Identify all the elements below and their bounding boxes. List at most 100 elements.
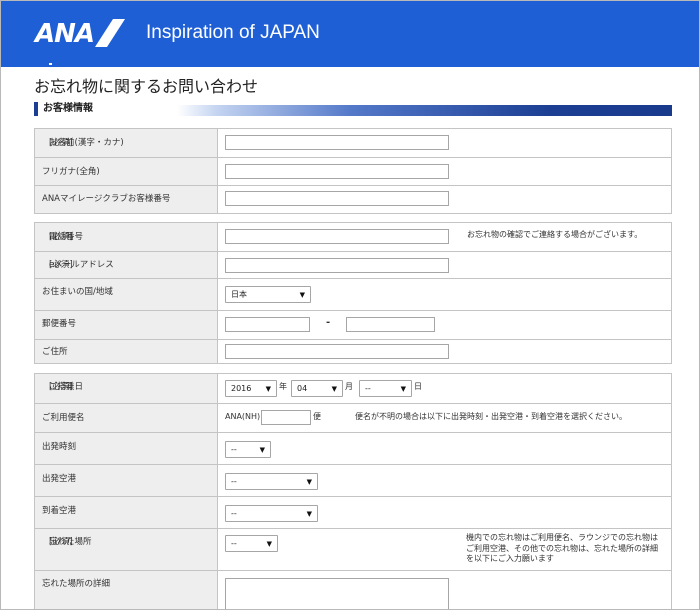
chevron-down-icon: ▼	[306, 510, 312, 518]
departure-airport-select-value: --	[231, 477, 237, 486]
mileage-row: ANAマイレージクラブお客様番号	[35, 185, 671, 213]
month-select[interactable]: 04 ▼	[291, 380, 343, 397]
departure-airport-label: 出発空港	[42, 474, 77, 484]
flight-info-table: ご搭乗日 [必須] 2016 ▼ 年 04 ▼ 月 -- ▼ 日 ご利用便名 AN…	[34, 373, 672, 609]
name-label-cell: お名前(漢字・カナ) [必須]	[35, 129, 218, 157]
section-gradient-bar	[177, 105, 672, 116]
address-label: ご住所	[42, 347, 68, 357]
required-mark: [必須]	[49, 537, 73, 547]
site-header: ANA Inspiration of JAPAN	[1, 1, 699, 67]
furigana-label-cell: フリガナ(全角)	[35, 158, 218, 185]
postal-row: 郵便番号 -	[35, 310, 671, 339]
day-select-value: --	[365, 384, 371, 393]
boarding-date-row: ご搭乗日 [必須] 2016 ▼ 年 04 ▼ 月 -- ▼ 日	[35, 374, 671, 403]
page-title: お忘れ物に関するお問い合わせ	[34, 77, 259, 96]
section-marker	[34, 102, 38, 116]
lost-place-label-cell: 忘れた場所 [必須]	[35, 529, 218, 570]
lost-place-note: 機内での忘れ物はご利用便名、ラウンジでの忘れ物は ご利用空港、その他での忘れ物は…	[466, 533, 658, 565]
departure-time-label: 出発時刻	[42, 442, 77, 452]
lost-place-detail-textarea[interactable]	[225, 578, 449, 609]
departure-time-select[interactable]: -- ▼	[225, 441, 271, 458]
email-input[interactable]	[225, 258, 449, 273]
required-mark: [必須]	[49, 138, 73, 148]
flight-prefix: ANA(NH)	[225, 412, 261, 421]
logo-stripes-icon	[95, 19, 135, 47]
name-input[interactable]	[225, 135, 449, 150]
chevron-down-icon: ▼	[331, 385, 337, 393]
arrival-airport-row: 到着空港 -- ▼	[35, 496, 671, 528]
country-label-cell: お住まいの国/地域	[35, 279, 218, 310]
mileage-label-cell: ANAマイレージクラブお客様番号	[35, 186, 218, 213]
month-select-value: 04	[297, 384, 308, 393]
departure-airport-select[interactable]: -- ▼	[225, 473, 318, 490]
page-frame: ANA Inspiration of JAPAN お忘れ物に関するお問い合わせ …	[0, 0, 700, 610]
postal-label: 郵便番号	[42, 319, 77, 329]
chevron-down-icon: ▼	[306, 478, 312, 486]
lost-place-note-line-2: ご利用空港、その他での忘れ物は、忘れた場所の詳細	[466, 543, 658, 553]
address-label-cell: ご住所	[35, 340, 218, 363]
lost-place-row: 忘れた場所 [必須] -- ▼ 機内での忘れ物はご利用便名、ラウンジでの忘れ物は …	[35, 528, 671, 570]
arrival-airport-select-value: --	[231, 509, 237, 518]
furigana-input[interactable]	[225, 164, 449, 179]
flight-number-input[interactable]	[261, 410, 311, 425]
postal-code-first-input[interactable]	[225, 317, 310, 332]
furigana-label: フリガナ(全角)	[42, 167, 100, 177]
country-row: お住まいの国/地域 日本 ▼	[35, 278, 671, 310]
day-unit: 日	[414, 382, 422, 391]
flight-unit: 便	[313, 412, 321, 421]
departure-time-label-cell: 出発時刻	[35, 433, 218, 464]
chevron-down-icon: ▼	[266, 540, 272, 548]
lost-place-detail-label: 忘れた場所の詳細	[42, 579, 111, 589]
required-mark: [必須]	[49, 232, 73, 242]
lost-place-select[interactable]: -- ▼	[225, 535, 278, 552]
boarding-date-label-cell: ご搭乗日 [必須]	[35, 374, 218, 403]
departure-time-row: 出発時刻 -- ▼	[35, 432, 671, 464]
address-row: ご住所	[35, 339, 671, 363]
contact-info-table: 電話番号 [必須] お忘れ物の確認でご連絡する場合がございます。 eメールアドレス…	[34, 222, 672, 364]
phone-row: 電話番号 [必須] お忘れ物の確認でご連絡する場合がございます。	[35, 223, 671, 251]
chevron-down-icon: ▼	[299, 291, 305, 299]
year-select[interactable]: 2016 ▼	[225, 380, 277, 397]
phone-input[interactable]	[225, 229, 449, 244]
name-row: お名前(漢字・カナ) [必須]	[35, 129, 671, 157]
country-label: お住まいの国/地域	[42, 287, 113, 297]
flight-number-label-cell: ご利用便名	[35, 404, 218, 432]
chevron-down-icon: ▼	[259, 446, 265, 454]
mileage-number-input[interactable]	[225, 191, 449, 206]
departure-airport-row: 出発空港 -- ▼	[35, 464, 671, 496]
departure-time-select-value: --	[231, 445, 237, 454]
chevron-down-icon: ▼	[400, 385, 406, 393]
header-divider-dot	[49, 63, 52, 65]
email-row: eメールアドレス [必須]	[35, 251, 671, 278]
postal-separator: -	[326, 317, 331, 328]
customer-name-table: お名前(漢字・カナ) [必須] フリガナ(全角) ANAマイレージクラブお客様番号	[34, 128, 672, 214]
year-select-value: 2016	[231, 384, 252, 393]
address-input[interactable]	[225, 344, 449, 359]
flight-number-label: ご利用便名	[42, 413, 85, 423]
flight-number-row: ご利用便名 ANA(NH) 便 便名が不明の場合は以下に出発時刻・出発空港・到着…	[35, 403, 671, 432]
chevron-down-icon: ▼	[265, 385, 271, 393]
month-unit: 月	[345, 382, 353, 391]
postal-label-cell: 郵便番号	[35, 311, 218, 339]
required-mark: [必須]	[49, 260, 73, 270]
lost-place-select-value: --	[231, 539, 237, 548]
arrival-airport-select[interactable]: -- ▼	[225, 505, 318, 522]
postal-code-second-input[interactable]	[346, 317, 435, 332]
email-label-cell: eメールアドレス [必須]	[35, 252, 218, 278]
lost-place-note-line-3: を以下にご入力願います	[466, 554, 554, 563]
logo-text: ANA	[35, 19, 95, 49]
section-header: お客様情報	[34, 102, 672, 116]
furigana-row: フリガナ(全角)	[35, 157, 671, 185]
lost-place-note-line-1: 機内での忘れ物はご利用便名、ラウンジでの忘れ物は	[466, 533, 658, 542]
country-select[interactable]: 日本 ▼	[225, 286, 311, 303]
lost-place-detail-row: 忘れた場所の詳細	[35, 570, 671, 609]
lost-place-detail-label-cell: 忘れた場所の詳細	[35, 571, 218, 609]
country-select-value: 日本	[231, 290, 247, 299]
flight-note: 便名が不明の場合は以下に出発時刻・出発空港・到着空港を選択ください。	[355, 412, 627, 421]
mileage-label: ANAマイレージクラブお客様番号	[42, 194, 171, 204]
arrival-airport-label-cell: 到着空港	[35, 497, 218, 528]
ana-logo[interactable]: ANA	[35, 19, 135, 49]
site-tagline: Inspiration of JAPAN	[146, 22, 320, 43]
day-select[interactable]: -- ▼	[359, 380, 412, 397]
phone-note: お忘れ物の確認でご連絡する場合がございます。	[467, 230, 643, 239]
